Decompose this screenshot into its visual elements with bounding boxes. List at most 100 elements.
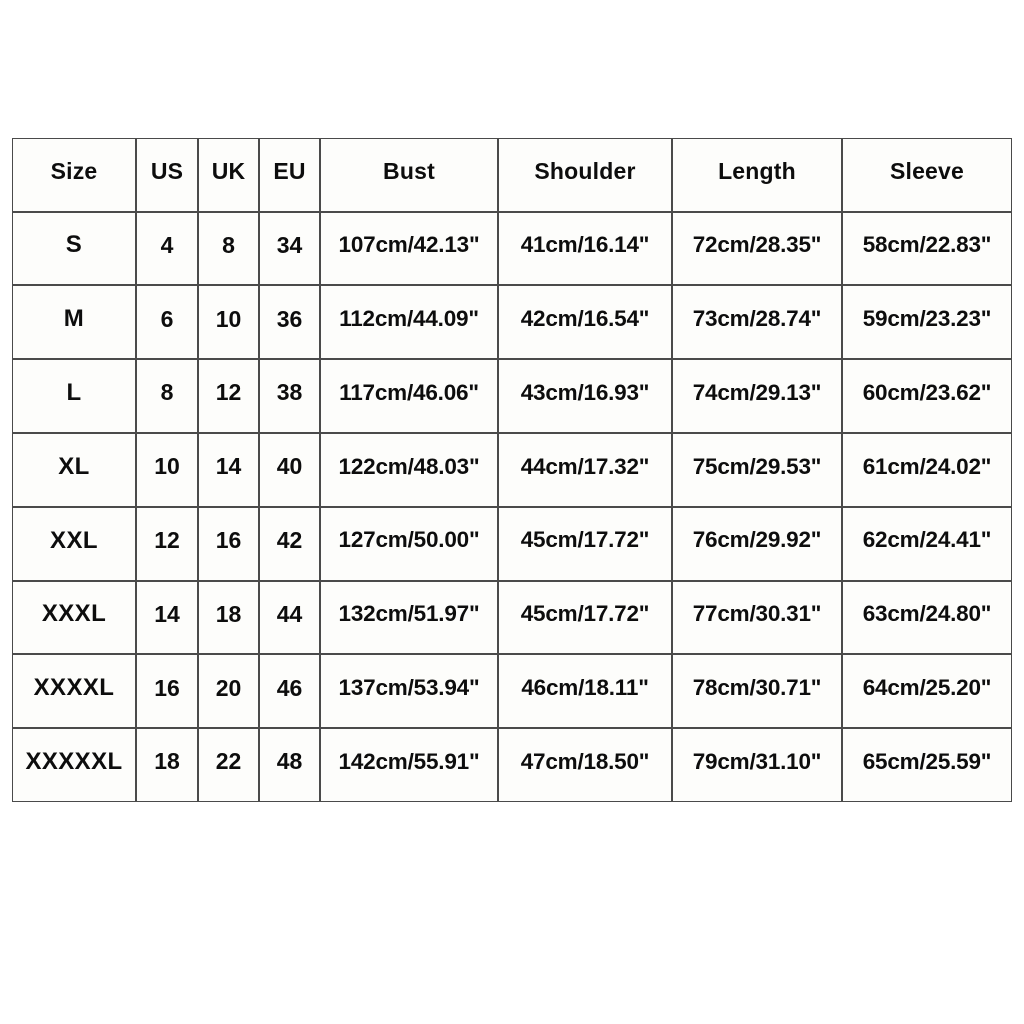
column-header-size: Size: [12, 138, 136, 212]
cell-uk: 8: [198, 211, 259, 286]
table-header: Size US UK EU Bust Shoulder Length Sleev…: [12, 138, 1012, 212]
cell-size-value: S: [65, 231, 83, 259]
cell-bust: 117cm/46.06": [320, 359, 498, 434]
column-header-bust-label: Bust: [383, 158, 435, 185]
cell-sleeve: 59cm/23.23": [842, 285, 1012, 360]
cell-eu: 34: [259, 211, 320, 286]
cell-eu-value: 40: [276, 453, 303, 480]
table-row: M 6 10 36 112cm/44.09" 42cm/16.54" 73cm/…: [12, 285, 1012, 360]
column-header-eu: EU: [259, 138, 320, 212]
table-row: XXXXXL 18 22 48 142cm/55.91" 47cm/18.50"…: [12, 728, 1012, 802]
cell-us-value: 8: [160, 379, 174, 406]
cell-uk-value: 22: [215, 748, 242, 775]
cell-size-value: XL: [58, 452, 90, 480]
cell-length-value: 74cm/29.13": [692, 379, 822, 405]
cell-length-value: 75cm/29.53": [692, 453, 822, 479]
cell-size-value: XXL: [50, 526, 98, 554]
cell-uk-value: 16: [215, 527, 242, 554]
cell-uk: 14: [198, 433, 259, 507]
cell-shoulder-value: 45cm/17.72": [520, 601, 650, 627]
cell-size-value: XXXXXL: [25, 747, 123, 775]
cell-size-value: L: [66, 378, 82, 406]
cell-sleeve: 60cm/23.62": [842, 359, 1012, 434]
cell-uk-value: 12: [215, 379, 242, 406]
cell-size: XXL: [12, 506, 136, 581]
column-header-sleeve: Sleeve: [842, 138, 1012, 212]
cell-eu-value: 36: [276, 305, 303, 332]
cell-shoulder-value: 46cm/18.11": [521, 674, 649, 700]
cell-length-value: 72cm/28.35": [692, 232, 822, 258]
cell-eu-value: 42: [276, 527, 303, 554]
cell-length: 74cm/29.13": [672, 359, 842, 434]
cell-sleeve-value: 65cm/25.59": [862, 748, 992, 774]
cell-uk: 18: [198, 580, 259, 655]
cell-size: M: [12, 285, 136, 360]
cell-length-value: 73cm/28.74": [692, 305, 822, 331]
table-row: XXXXL 16 20 46 137cm/53.94" 46cm/18.11" …: [12, 654, 1012, 729]
cell-length: 78cm/30.71": [672, 654, 842, 729]
cell-bust-value: 127cm/50.00": [338, 527, 480, 553]
cell-sleeve: 61cm/24.02": [842, 433, 1012, 507]
cell-uk: 20: [198, 654, 259, 729]
cell-eu: 40: [259, 433, 320, 507]
cell-shoulder-value: 43cm/16.93": [520, 379, 650, 405]
cell-uk: 16: [198, 506, 259, 581]
cell-shoulder: 45cm/17.72": [498, 580, 672, 655]
cell-us: 4: [136, 211, 198, 286]
cell-shoulder: 46cm/18.11": [498, 654, 672, 729]
cell-eu-value: 48: [276, 748, 303, 775]
column-header-us: US: [136, 138, 198, 212]
cell-shoulder: 45cm/17.72": [498, 506, 672, 581]
cell-uk: 12: [198, 359, 259, 434]
table-row: S 4 8 34 107cm/42.13" 41cm/16.14" 72cm/2…: [12, 211, 1012, 286]
cell-bust-value: 107cm/42.13": [338, 232, 480, 258]
cell-bust-value: 117cm/46.06": [339, 379, 479, 405]
cell-sleeve-value: 63cm/24.80": [862, 601, 992, 627]
table-row: XXL 12 16 42 127cm/50.00" 45cm/17.72" 76…: [12, 506, 1012, 581]
cell-sleeve-value: 59cm/23.23": [862, 305, 992, 331]
cell-bust-value: 122cm/48.03": [338, 453, 480, 479]
cell-size: XXXXXL: [12, 728, 136, 802]
cell-shoulder: 47cm/18.50": [498, 728, 672, 802]
cell-sleeve-value: 62cm/24.41": [862, 527, 992, 553]
cell-bust-value: 132cm/51.97": [338, 601, 480, 627]
cell-eu: 46: [259, 654, 320, 729]
cell-size: XXXL: [12, 580, 136, 655]
cell-length: 76cm/29.92": [672, 506, 842, 581]
cell-shoulder: 43cm/16.93": [498, 359, 672, 434]
column-header-length-label: Length: [718, 158, 796, 185]
cell-shoulder: 41cm/16.14": [498, 211, 672, 286]
cell-uk: 22: [198, 728, 259, 802]
cell-us: 14: [136, 580, 198, 655]
cell-uk-value: 8: [222, 231, 235, 258]
cell-us-value: 14: [154, 600, 180, 627]
cell-shoulder-value: 41cm/16.14": [520, 232, 650, 258]
cell-sleeve-value: 60cm/23.62": [862, 379, 992, 405]
column-header-us-label: US: [150, 158, 184, 185]
cell-sleeve-value: 64cm/25.20": [862, 674, 992, 700]
cell-eu-value: 38: [276, 379, 303, 406]
cell-bust-value: 137cm/53.94": [338, 674, 480, 700]
cell-us-value: 4: [160, 231, 174, 258]
cell-eu: 44: [259, 580, 320, 655]
cell-eu: 38: [259, 359, 320, 434]
cell-length: 77cm/30.31": [672, 580, 842, 655]
cell-bust-value: 112cm/44.09": [339, 305, 479, 331]
column-header-uk: UK: [198, 138, 259, 212]
cell-size: XL: [12, 433, 136, 507]
cell-eu: 48: [259, 728, 320, 802]
cell-shoulder-value: 47cm/18.50": [520, 748, 650, 774]
cell-bust: 137cm/53.94": [320, 654, 498, 729]
cell-us: 8: [136, 359, 198, 434]
cell-shoulder-value: 45cm/17.72": [520, 527, 650, 553]
column-header-sleeve-label: Sleeve: [889, 158, 965, 185]
cell-size: S: [12, 211, 136, 286]
column-header-shoulder-label: Shoulder: [534, 158, 636, 185]
cell-sleeve-value: 58cm/22.83": [862, 232, 992, 258]
cell-uk-value: 20: [215, 674, 242, 701]
cell-size-value: XXXL: [41, 600, 107, 628]
cell-bust: 142cm/55.91": [320, 728, 498, 802]
cell-us: 16: [136, 654, 198, 729]
cell-us: 6: [136, 285, 198, 360]
cell-us: 12: [136, 506, 198, 581]
